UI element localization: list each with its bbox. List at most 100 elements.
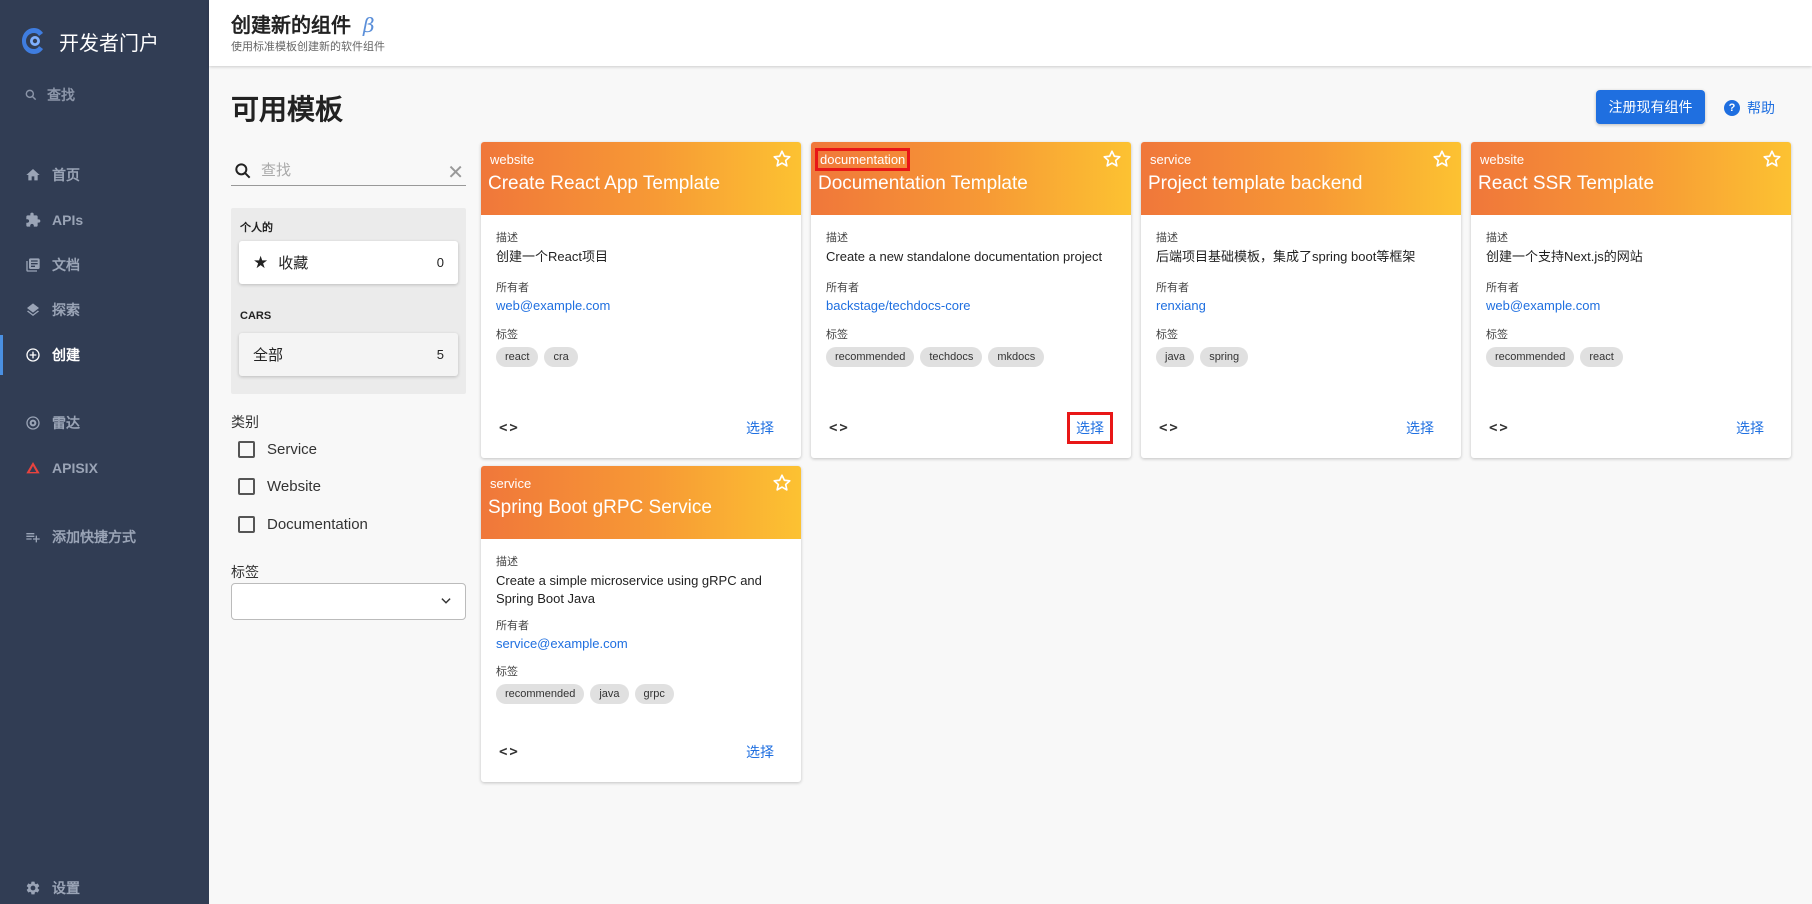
- description-label: 描述: [1156, 232, 1178, 244]
- select-button[interactable]: 选择: [741, 416, 779, 440]
- code-icon[interactable]: <>: [829, 420, 850, 436]
- owner-label: 所有者: [1486, 282, 1519, 294]
- header-title-wrap: 创建新的组件 β: [231, 9, 375, 38]
- code-icon[interactable]: <>: [1489, 420, 1510, 436]
- sidebar-item-apisix[interactable]: APISIX: [0, 448, 209, 488]
- sidebar-search[interactable]: 查找: [24, 85, 75, 105]
- sidebar-item-explore[interactable]: 探索: [0, 290, 209, 330]
- tag-chip: mkdocs: [988, 347, 1045, 367]
- header-title: 创建新的组件: [231, 15, 351, 37]
- card-type: website: [490, 152, 535, 167]
- description-label: 描述: [826, 232, 848, 244]
- category-documentation[interactable]: Documentation: [238, 516, 368, 533]
- tags-label: 标签: [826, 329, 848, 341]
- card-type: website: [1480, 152, 1525, 167]
- select-button[interactable]: 选择: [741, 740, 779, 764]
- select-button[interactable]: 选择: [1067, 412, 1113, 444]
- card-owner-link[interactable]: web@example.com: [496, 298, 786, 313]
- favorites-count: 0: [436, 255, 444, 270]
- star-outline-icon[interactable]: [1101, 148, 1123, 170]
- sidebar-item-label: 设置: [52, 880, 80, 896]
- card-title: Documentation Template: [818, 173, 1028, 194]
- card-header: website Create React App Template: [481, 142, 801, 215]
- sidebar-item-label: 雷达: [52, 415, 80, 431]
- card-title: Spring Boot gRPC Service: [488, 497, 712, 518]
- card-owner-link[interactable]: renxiang: [1156, 298, 1446, 313]
- tags-label: 标签: [496, 329, 518, 341]
- tag-list: recommended react: [1486, 347, 1776, 367]
- tag-chip: recommended: [1486, 347, 1575, 367]
- code-icon[interactable]: <>: [499, 744, 520, 760]
- home-icon: [24, 166, 42, 184]
- owner-label: 所有者: [1156, 282, 1189, 294]
- all-label: 全部: [253, 347, 284, 364]
- card-footer: <> 选择: [1141, 398, 1461, 458]
- sidebar-item-home[interactable]: 首页: [0, 155, 209, 195]
- sidebar-item-settings[interactable]: 设置: [0, 868, 209, 904]
- card-body: 描述 创建一个React项目 所有者 web@example.com 标签 re…: [496, 229, 786, 367]
- card-owner-link[interactable]: web@example.com: [1486, 298, 1776, 313]
- brand-name: 开发者门户: [59, 32, 159, 55]
- star-outline-icon[interactable]: [771, 148, 793, 170]
- card-header: service Project template backend: [1141, 142, 1461, 215]
- card-header: website React SSR Template: [1471, 142, 1791, 215]
- checkbox[interactable]: [238, 478, 255, 495]
- template-search-input[interactable]: [261, 162, 431, 179]
- star-outline-icon[interactable]: [771, 472, 793, 494]
- star-outline-icon[interactable]: [1761, 148, 1783, 170]
- chevron-down-icon: [441, 598, 451, 604]
- card-type: service: [1150, 152, 1192, 167]
- tag-chip: java: [590, 684, 629, 704]
- page-title: 可用模板: [231, 94, 344, 125]
- card-description: 后端项目基础模板，集成了spring boot等框架: [1156, 249, 1416, 264]
- sidebar-item-label: 创建: [52, 347, 80, 363]
- checkbox[interactable]: [238, 516, 255, 533]
- star-outline-icon[interactable]: [1431, 148, 1453, 170]
- favorites-filter[interactable]: ★ 收藏 0: [239, 241, 458, 284]
- category-label-text: Service: [267, 441, 318, 458]
- sidebar-item-label: 首页: [52, 167, 80, 183]
- help-link[interactable]: ? 帮助: [1724, 98, 1775, 118]
- sidebar-item-create[interactable]: 创建: [0, 335, 209, 375]
- template-card: website React SSR Template 描述 创建一个支持Next…: [1471, 142, 1791, 458]
- card-footer: <> 选择: [811, 398, 1131, 458]
- card-footer: <> 选择: [481, 722, 801, 782]
- tag-chip: java: [1156, 347, 1195, 367]
- template-card: service Project template backend 描述 后端项目…: [1141, 142, 1461, 458]
- card-body: 描述 创建一个支持Next.js的网站 所有者 web@example.com …: [1486, 229, 1776, 367]
- category-service[interactable]: Service: [238, 441, 317, 458]
- apisix-icon: [24, 459, 42, 477]
- card-owner-link[interactable]: backstage/techdocs-core: [826, 298, 1116, 313]
- owner-filter-panel: 个人的 ★ 收藏 0 CARS 全部 5: [231, 208, 466, 394]
- template-card: service Spring Boot gRPC Service 描述 Crea…: [481, 466, 801, 782]
- card-description: 创建一个React项目: [496, 249, 608, 264]
- tags-filter-label: 标签: [231, 564, 259, 580]
- tag-chip: spring: [1200, 347, 1249, 367]
- tags-label: 标签: [496, 666, 518, 678]
- brand-logo[interactable]: 开发者门户: [20, 26, 159, 56]
- puzzle-icon: [24, 211, 42, 229]
- clear-icon[interactable]: ✕: [447, 160, 464, 185]
- tags-select[interactable]: [231, 583, 466, 620]
- sidebar-item-add-shortcut[interactable]: 添加快捷方式: [0, 517, 209, 557]
- register-component-button[interactable]: 注册现有组件: [1596, 90, 1705, 124]
- checkbox[interactable]: [238, 441, 255, 458]
- card-footer: <> 选择: [1471, 398, 1791, 458]
- cars-group-label: CARS: [240, 310, 272, 322]
- sidebar-item-docs[interactable]: 文档: [0, 245, 209, 285]
- sidebar-item-apis[interactable]: APIs: [0, 200, 209, 240]
- card-type: service: [490, 476, 532, 491]
- code-icon[interactable]: <>: [1159, 420, 1180, 436]
- tag-chip: techdocs: [920, 347, 983, 367]
- select-button[interactable]: 选择: [1401, 416, 1439, 440]
- category-website[interactable]: Website: [238, 478, 321, 495]
- card-description: 创建一个支持Next.js的网站: [1486, 249, 1643, 264]
- card-owner-link[interactable]: service@example.com: [496, 636, 786, 651]
- tag-chip: react: [496, 347, 539, 367]
- sidebar-item-radar[interactable]: 雷达: [0, 403, 209, 443]
- card-title: Create React App Template: [488, 173, 721, 194]
- card-title: React SSR Template: [1478, 173, 1655, 194]
- select-button[interactable]: 选择: [1731, 416, 1769, 440]
- code-icon[interactable]: <>: [499, 420, 520, 436]
- all-filter[interactable]: 全部 5: [239, 333, 458, 376]
